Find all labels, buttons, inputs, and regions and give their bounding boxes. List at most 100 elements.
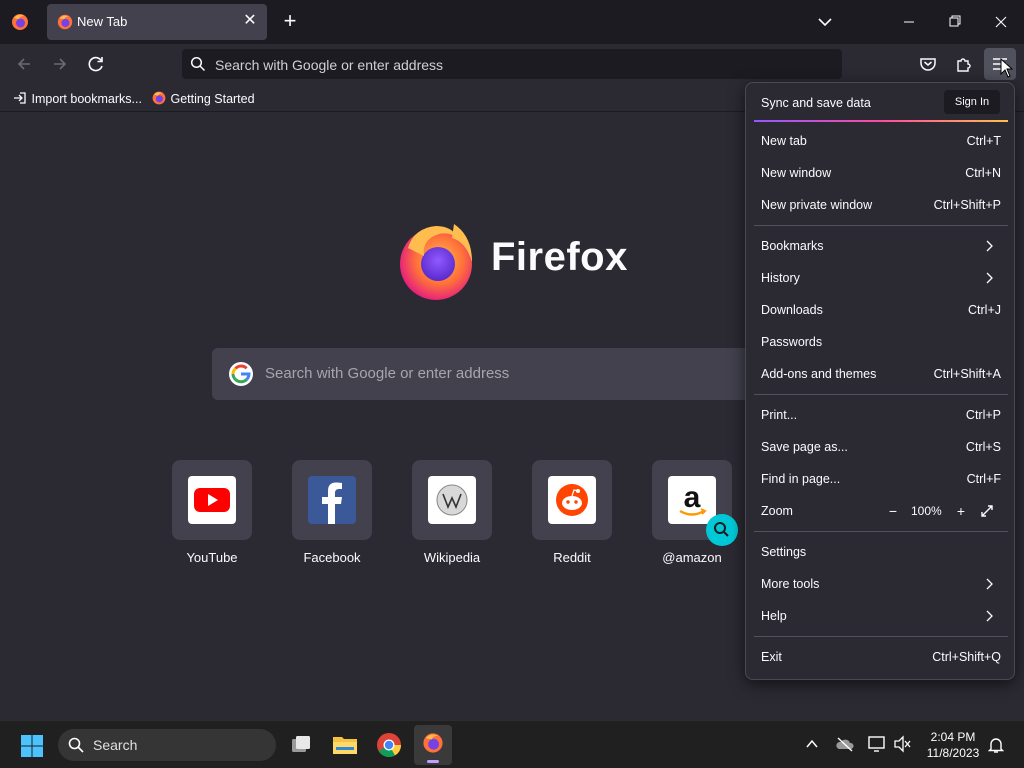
taskbar-search[interactable]: Search	[58, 729, 276, 761]
menu-item-label: More tools	[761, 577, 820, 591]
search-icon	[68, 737, 84, 753]
menu-item-shortcut: Ctrl+N	[965, 166, 1001, 180]
top-site-label: YouTube	[186, 550, 238, 565]
menu-item-addons[interactable]: Add-ons and themes Ctrl+Shift+A	[761, 364, 1001, 384]
menu-item-label: Add-ons and themes	[761, 367, 877, 381]
menu-item-new-window[interactable]: New window Ctrl+N	[761, 163, 1001, 183]
extensions-icon[interactable]	[952, 52, 976, 76]
top-site-reddit[interactable]: Reddit	[531, 460, 613, 565]
menu-item-history[interactable]: History	[761, 268, 1001, 288]
menu-item-passwords[interactable]: Passwords	[761, 332, 1001, 352]
top-site-label: Reddit	[553, 550, 591, 565]
zoom-out-button[interactable]: −	[885, 503, 901, 519]
menu-item-exit[interactable]: Exit Ctrl+Shift+Q	[761, 647, 1001, 667]
taskbar-clock[interactable]: 2:04 PM 11/8/2023	[918, 729, 988, 761]
top-site-tile	[532, 460, 612, 540]
menu-item-label: Save page as...	[761, 440, 848, 454]
file-explorer-icon[interactable]	[328, 728, 362, 762]
bookmark-import[interactable]: Import bookmarks...	[12, 90, 142, 106]
menu-item-shortcut: Ctrl+Shift+Q	[932, 650, 1001, 664]
network-icon[interactable]	[867, 735, 887, 753]
firefox-wordmark: Firefox	[491, 235, 628, 279]
menu-item-more-tools[interactable]: More tools	[761, 574, 1001, 594]
new-tab-search[interactable]: Search with Google or enter address	[212, 348, 772, 400]
onedrive-icon[interactable]	[835, 735, 855, 753]
menu-item-shortcut: Ctrl+S	[965, 440, 1001, 454]
menu-item-shortcut: Ctrl+J	[968, 303, 1001, 317]
menu-item-label: Exit	[761, 650, 782, 664]
url-bar[interactable]: Search with Google or enter address	[182, 49, 842, 79]
menu-item-bookmarks[interactable]: Bookmarks	[761, 236, 1001, 256]
menu-item-shortcut: Ctrl+P	[965, 408, 1001, 422]
firefox-icon	[423, 733, 443, 753]
menu-item-new-private-window[interactable]: New private window Ctrl+Shift+P	[761, 195, 1001, 215]
menu-item-save-page[interactable]: Save page as... Ctrl+S	[761, 437, 1001, 457]
new-tab-button[interactable]: +	[278, 10, 302, 34]
search-icon	[714, 522, 729, 537]
fullscreen-icon[interactable]	[979, 503, 995, 519]
close-tab-icon[interactable]: ✕	[241, 12, 259, 30]
chrome-icon[interactable]	[372, 728, 406, 762]
taskbar-firefox-button[interactable]	[414, 725, 452, 765]
top-site-facebook[interactable]: Facebook	[291, 460, 373, 565]
menu-separator	[754, 636, 1008, 637]
clock-date: 11/8/2023	[926, 746, 980, 760]
facebook-icon	[308, 476, 356, 524]
reload-icon[interactable]	[84, 52, 108, 76]
chevron-down-icon[interactable]	[814, 11, 836, 33]
mouse-cursor-icon	[1000, 58, 1014, 78]
notification-bell-icon[interactable]	[988, 736, 1004, 754]
top-site-wikipedia[interactable]: Wikipedia	[411, 460, 493, 565]
clock-time: 2:04 PM	[930, 730, 976, 744]
top-site-amazon[interactable]: a @amazon	[651, 460, 738, 565]
sign-in-button[interactable]: Sign In	[944, 90, 1000, 114]
top-site-label: Wikipedia	[423, 550, 481, 565]
top-site-label: Facebook	[303, 550, 361, 565]
menu-item-find-in-page[interactable]: Find in page... Ctrl+F	[761, 469, 1001, 489]
chevron-right-icon	[986, 272, 993, 284]
menu-item-label: Find in page...	[761, 472, 841, 486]
volume-muted-icon[interactable]	[893, 735, 913, 753]
menu-item-shortcut: Ctrl+Shift+P	[933, 198, 1001, 212]
menu-item-downloads[interactable]: Downloads Ctrl+J	[761, 300, 1001, 320]
forward-arrow-icon[interactable]	[48, 52, 72, 76]
menu-item-label: Passwords	[761, 335, 823, 349]
menu-item-settings[interactable]: Settings	[761, 542, 1001, 562]
chevron-up-icon[interactable]	[805, 737, 819, 751]
zoom-level[interactable]: 100%	[911, 501, 942, 521]
bookmark-label: Getting Started	[170, 92, 255, 106]
menu-item-new-tab[interactable]: New tab Ctrl+T	[761, 131, 1001, 151]
top-site-tile	[172, 460, 252, 540]
restore-button[interactable]	[940, 8, 970, 36]
pocket-icon[interactable]	[916, 52, 940, 76]
tab-new-tab[interactable]: New Tab ✕	[47, 4, 267, 40]
menu-item-label: Downloads	[761, 303, 823, 317]
bookmark-getting-started[interactable]: Getting Started	[151, 90, 255, 106]
firefox-logo	[400, 224, 472, 300]
windows-start-icon[interactable]	[20, 734, 44, 758]
zoom-in-button[interactable]: +	[953, 503, 969, 519]
menu-item-label: Print...	[761, 408, 798, 422]
reddit-icon	[548, 476, 596, 524]
firefox-icon	[57, 14, 73, 30]
top-site-tile	[412, 460, 492, 540]
active-app-indicator	[427, 760, 439, 763]
menu-separator	[754, 394, 1008, 395]
menu-separator	[754, 531, 1008, 532]
menu-item-label: Zoom	[761, 504, 793, 518]
back-arrow-icon[interactable]	[12, 52, 36, 76]
search-shortcut-badge	[706, 514, 738, 546]
svg-text:a: a	[684, 481, 701, 514]
task-view-icon[interactable]	[284, 728, 318, 762]
top-site-label: @amazon	[662, 550, 722, 565]
firefox-icon[interactable]	[10, 12, 30, 32]
chevron-right-icon	[986, 240, 993, 252]
taskbar: Search 2:04 PM 11/8/2023	[0, 720, 1024, 768]
top-site-tile: a	[652, 460, 738, 546]
menu-item-print[interactable]: Print... Ctrl+P	[761, 405, 1001, 425]
menu-item-help[interactable]: Help	[761, 606, 1001, 626]
menu-item-label: Help	[761, 609, 787, 623]
close-window-button[interactable]	[986, 8, 1016, 36]
minimize-button[interactable]	[894, 8, 924, 36]
top-site-youtube[interactable]: YouTube	[171, 460, 253, 565]
